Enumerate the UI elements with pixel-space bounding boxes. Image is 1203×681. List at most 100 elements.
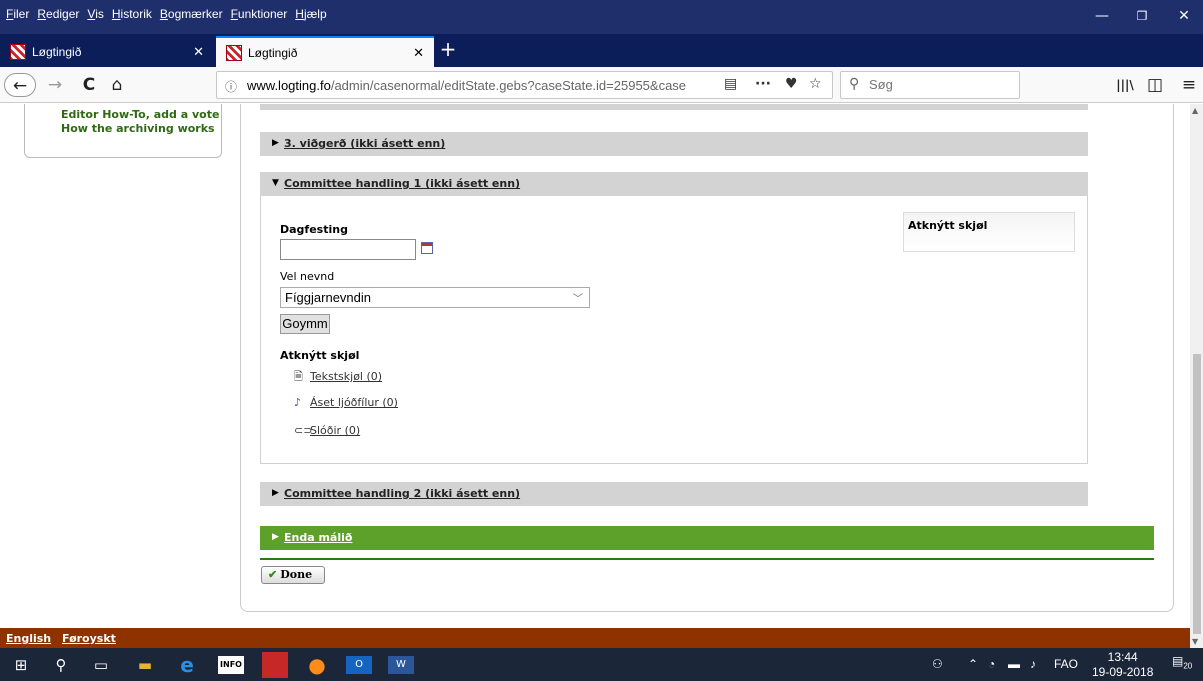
url-path: /admin/casenormal/editState.gebs?caseSta… — [330, 78, 687, 93]
scroll-up-icon[interactable]: ▲ — [1192, 106, 1198, 115]
search-icon: ⚲ — [849, 76, 860, 92]
tab-logtingid-1[interactable]: Løgtingið ✕ — [0, 36, 214, 67]
outlook-icon[interactable]: O — [346, 656, 372, 674]
section-label[interactable]: Committee handling 1 (ikki ásett enn) — [284, 177, 520, 190]
url-bar[interactable]: ⓘ www.logting.fo/admin/casenormal/editSt… — [216, 71, 833, 99]
scroll-down-icon[interactable]: ▼ — [1192, 637, 1198, 646]
menu-tools[interactable]: Funktioner — [231, 7, 288, 21]
date-label: Dagfesting — [280, 223, 348, 236]
reload-button[interactable]: C — [76, 73, 102, 97]
menu-edit[interactable]: Rediger — [37, 7, 79, 21]
notification-count: 20 — [1183, 661, 1193, 671]
scrollbar-thumb[interactable] — [1193, 354, 1201, 634]
menu-history[interactable]: Historik — [112, 7, 152, 21]
info-icon[interactable]: ⓘ — [225, 78, 237, 95]
word-icon[interactable]: W — [388, 656, 414, 674]
volume-icon[interactable]: ♪ — [1030, 657, 1036, 671]
tab-bar: Løgtingið ✕ Løgtingið ✕ + — [0, 34, 1203, 67]
expand-arrow-icon: ▶ — [272, 532, 279, 542]
tab-close-icon[interactable]: ✕ — [193, 44, 204, 60]
menu-bar: Filer Rediger Vis Historik Bogmærker Fun… — [6, 7, 327, 21]
date-input[interactable] — [280, 239, 416, 260]
nevnd-label: Vel nevnd — [280, 270, 335, 283]
attachments-title: Atknýtt skjøl — [280, 349, 360, 362]
left-help-box: Editor How-To, add a vote How the archiv… — [24, 104, 222, 158]
attachment-text-files[interactable]: 🗎 Tekstskjøl (0) — [294, 368, 382, 387]
pocket-icon[interactable]: ♥ — [785, 76, 798, 92]
divider — [260, 558, 1154, 560]
vertical-scrollbar[interactable]: ▲ ▼ — [1190, 104, 1203, 648]
clock-time: 13:44 — [1107, 650, 1138, 664]
battery-icon[interactable]: ▬ — [1008, 657, 1020, 671]
internet-explorer-icon[interactable]: e — [174, 652, 200, 678]
language-english-link[interactable]: English — [6, 632, 51, 645]
library-icon[interactable]: |||\ — [1112, 73, 1138, 97]
windows-start-icon[interactable]: ⊞ — [8, 652, 34, 678]
notification-center-icon[interactable]: ▤20 — [1172, 654, 1192, 670]
save-button[interactable]: Goymm — [280, 314, 330, 334]
attachment-links[interactable]: ⊂⊃Slóðir (0) — [294, 424, 360, 437]
firefox-icon[interactable]: ● — [304, 652, 330, 678]
task-view-icon[interactable]: ▭ — [88, 652, 114, 678]
wifi-icon[interactable]: ◔ — [988, 657, 995, 671]
avira-icon[interactable] — [262, 652, 288, 678]
clock[interactable]: 13:44 19-09-2018 — [1092, 650, 1153, 680]
calendar-icon[interactable] — [421, 242, 433, 254]
committee-1-panel: Dagfesting Vel nevnd Fíggjarnevndin ﹀ Go… — [260, 196, 1088, 464]
tab-close-icon[interactable]: ✕ — [413, 45, 424, 61]
done-button[interactable]: ✔ Done — [261, 566, 325, 584]
section-label[interactable]: 3. viðgerð (ikki ásett enn) — [284, 137, 445, 150]
people-icon[interactable]: ⚇ — [932, 657, 943, 671]
page-actions-icon[interactable]: ··· — [755, 76, 771, 92]
menu-bookmarks[interactable]: Bogmærker — [160, 7, 223, 21]
url-text[interactable]: www.logting.fo/admin/casenormal/editStat… — [247, 78, 707, 93]
favicon-icon — [10, 43, 26, 60]
new-tab-button[interactable]: + — [436, 34, 460, 67]
forward-button[interactable]: → — [42, 73, 68, 97]
help-link-add-vote[interactable]: Editor How-To, add a vote — [61, 108, 219, 121]
attachment-audio-files[interactable]: ♪ Áset ljóðfílur (0) — [294, 396, 398, 409]
nevnd-select[interactable]: Fíggjarnevndin ﹀ — [280, 287, 590, 308]
tab-title: Løgtingið — [248, 45, 298, 60]
section-committee-2[interactable]: ▶ Committee handling 2 (ikki ásett enn) — [260, 482, 1088, 506]
collapse-arrow-icon: ▼ — [272, 178, 279, 188]
menu-view[interactable]: Vis — [87, 7, 103, 21]
bookmark-star-icon[interactable]: ☆ — [809, 76, 822, 92]
sidebox-title: Atknýtt skjøl — [908, 219, 988, 232]
back-button[interactable]: ← — [4, 73, 36, 97]
section-close-case[interactable]: ▶ Enda málið — [260, 526, 1154, 550]
search-bar[interactable]: ⚲ — [840, 71, 1020, 99]
tab-logtingid-2[interactable]: Løgtingið ✕ — [216, 36, 434, 67]
checkmark-icon: ✔ — [268, 568, 278, 581]
section-label[interactable]: Enda málið — [284, 531, 352, 544]
title-bar: Filer Rediger Vis Historik Bogmærker Fun… — [0, 0, 1203, 34]
expand-arrow-icon: ▶ — [272, 488, 279, 498]
minimize-button[interactable]: — — [1084, 4, 1120, 28]
close-window-button[interactable]: ✕ — [1166, 4, 1202, 28]
clock-date: 19-09-2018 — [1092, 665, 1154, 679]
home-button[interactable]: ⌂ — [104, 73, 130, 97]
section-previous-collapsed — [260, 104, 1088, 110]
menu-help[interactable]: Hjælp — [295, 7, 326, 21]
menu-file[interactable]: Filer — [6, 7, 29, 21]
section-third-reading[interactable]: ▶ 3. viðgerð (ikki ásett enn) — [260, 132, 1088, 156]
hamburger-menu-icon[interactable]: ≡ — [1176, 73, 1202, 97]
language-indicator[interactable]: FAO — [1054, 657, 1078, 671]
chevron-down-icon: ﹀ — [573, 294, 583, 305]
file-explorer-icon[interactable]: ▬ — [132, 652, 158, 678]
section-label[interactable]: Committee handling 2 (ikki ásett enn) — [284, 487, 520, 500]
windows-taskbar: ⊞ ⚲ ▭ ▬ e INFO ● O W ⚇ ⌃ ◔ ▬ ♪ FAO 13:44… — [0, 648, 1203, 681]
nevnd-selected-value: Fíggjarnevndin — [285, 290, 371, 305]
help-link-archiving[interactable]: How the archiving works — [61, 122, 215, 135]
language-faroese-link[interactable]: Føroyskt — [62, 632, 116, 645]
restore-button[interactable]: ❐ — [1124, 4, 1160, 28]
audio-file-icon: ♪ — [294, 396, 302, 409]
search-input[interactable] — [869, 77, 1009, 92]
tray-expand-icon[interactable]: ⌃ — [968, 657, 978, 671]
search-icon[interactable]: ⚲ — [48, 652, 74, 678]
info-app-icon[interactable]: INFO — [218, 656, 244, 674]
attachments-side-box: Atknýtt skjøl — [903, 212, 1075, 252]
sidebar-icon[interactable]: ◫ — [1142, 73, 1168, 97]
section-committee-1[interactable]: ▼ Committee handling 1 (ikki ásett enn) — [260, 172, 1088, 196]
reader-view-icon[interactable]: ▤ — [724, 76, 737, 92]
